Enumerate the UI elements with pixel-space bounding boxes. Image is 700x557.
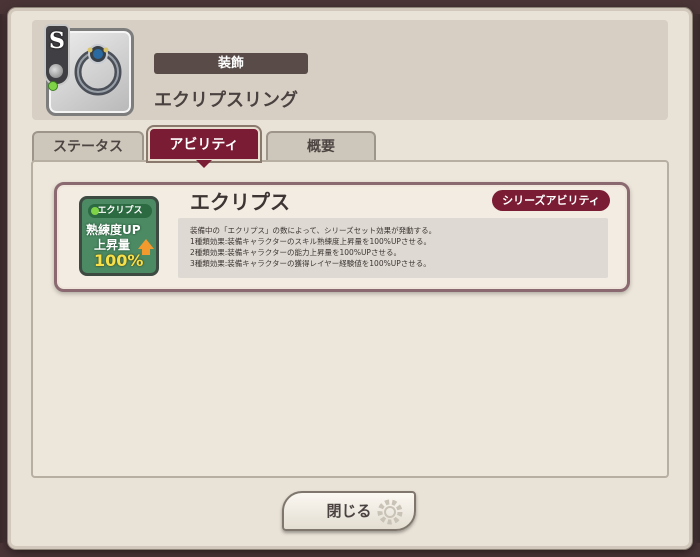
rank-badge: S — [44, 24, 70, 86]
ability-description-line: 2種類効果:装備キャラクターの能力上昇量を100%UPさせる。 — [190, 248, 401, 257]
rank-letter: S — [49, 28, 65, 54]
ability-description-line: 装備中の「エクリプス」の数によって、シリーズセット効果が発動する。 — [190, 226, 437, 235]
active-tab-pointer — [196, 160, 212, 168]
tab-overview[interactable]: 概要 — [266, 131, 376, 161]
ring-icon — [74, 44, 122, 96]
gear-icon — [377, 499, 403, 525]
rank-gem-icon — [49, 64, 63, 78]
ability-icon-tag: エクリプス — [88, 204, 152, 218]
series-ability-badge: シリーズアビリティ — [492, 190, 610, 211]
tab-ability[interactable]: アビリティ — [148, 127, 260, 161]
ability-name: エクリプス — [190, 190, 290, 214]
status-dot — [48, 81, 58, 91]
up-arrow-icon — [138, 239, 154, 249]
ability-description-line: 1種類効果:装備キャラクターのスキル熟練度上昇量を100%UPさせる。 — [190, 237, 431, 246]
item-name: エクリプスリング — [154, 90, 298, 111]
ability-description-line: 3種類効果:装備キャラクターの獲得レイヤー経験値を100%UPさせる。 — [190, 259, 431, 268]
up-arrow-stem — [142, 249, 150, 255]
ability-icon: エクリプス 熟練度UP 上昇量 100% — [79, 196, 159, 276]
ability-icon-line3: 100% — [94, 251, 144, 270]
category-label: 装飾 — [154, 53, 308, 74]
tab-status[interactable]: ステータス — [32, 131, 144, 161]
